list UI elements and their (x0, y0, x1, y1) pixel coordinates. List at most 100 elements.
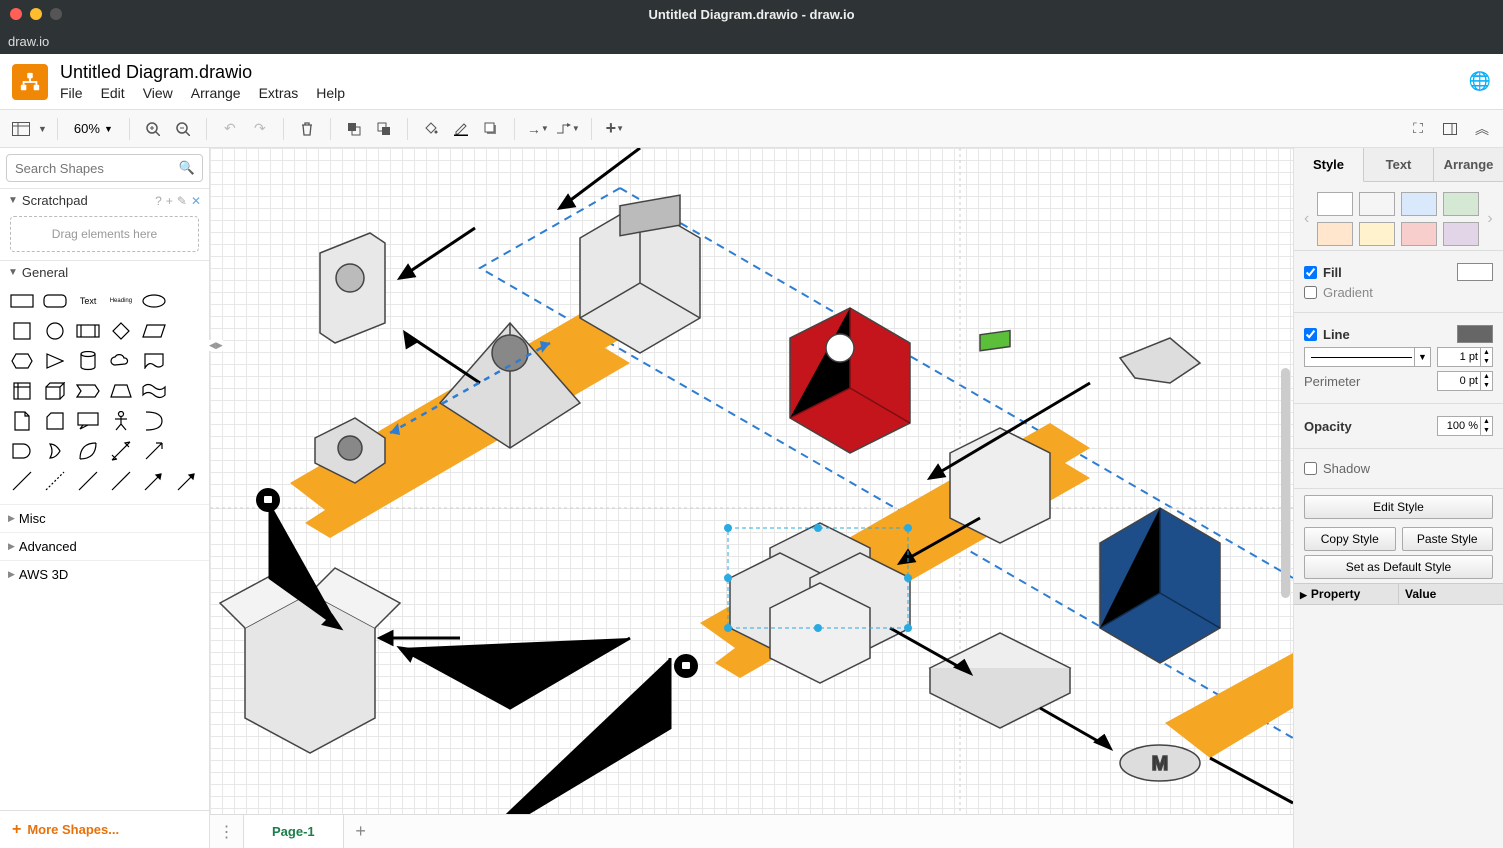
shape-text[interactable]: Text (72, 286, 105, 316)
undo-icon[interactable]: ↶ (217, 116, 243, 142)
collapse-icon[interactable]: ︽ (1469, 116, 1495, 142)
shape-blank4[interactable] (170, 376, 203, 406)
shadow-icon[interactable] (478, 116, 504, 142)
shape-cube[interactable] (39, 376, 72, 406)
tab-style[interactable]: Style (1294, 148, 1364, 182)
shape-bidir-arrow[interactable] (104, 436, 137, 466)
property-table-header[interactable]: ▶Property Value (1294, 583, 1503, 605)
menu-file[interactable]: File (60, 85, 83, 101)
scratchpad-add-icon[interactable]: + (166, 194, 173, 208)
add-page-icon[interactable]: + (344, 815, 378, 848)
category-aws3d[interactable]: ▶AWS 3D (0, 560, 209, 588)
redo-icon[interactable]: ↷ (247, 116, 273, 142)
fill-color-button[interactable] (1457, 263, 1493, 281)
zoom-out-icon[interactable] (170, 116, 196, 142)
swatch-next-icon[interactable]: › (1485, 210, 1494, 228)
line-checkbox[interactable] (1304, 328, 1317, 341)
shape-curve-right[interactable] (137, 406, 170, 436)
shape-square[interactable] (6, 316, 39, 346)
scratchpad-dropzone[interactable]: Drag elements here (10, 216, 199, 252)
shape-triangle[interactable] (39, 346, 72, 376)
waypoint-icon[interactable]: ▼ (555, 116, 581, 142)
connection-icon[interactable]: →▼ (525, 116, 551, 142)
shape-step[interactable] (72, 376, 105, 406)
sidebar-collapse-handle[interactable]: ◀▶ (209, 340, 223, 351)
shape-or[interactable] (39, 436, 72, 466)
swatch[interactable] (1443, 222, 1479, 246)
shape-parallelogram[interactable] (137, 316, 170, 346)
swatch-prev-icon[interactable]: ‹ (1302, 210, 1311, 228)
paste-style-button[interactable]: Paste Style (1402, 527, 1494, 551)
shape-tape[interactable] (137, 376, 170, 406)
minimize-window-icon[interactable] (30, 8, 42, 20)
edit-style-button[interactable]: Edit Style (1304, 495, 1493, 519)
shape-callout[interactable] (72, 406, 105, 436)
search-icon[interactable]: 🔍 (179, 160, 195, 176)
shape-heading[interactable]: Heading (104, 286, 137, 316)
perimeter-input[interactable]: 0 pt▲▼ (1437, 371, 1493, 391)
shape-circle[interactable] (39, 316, 72, 346)
more-shapes-button[interactable]: +More Shapes... (0, 810, 209, 848)
format-panel-icon[interactable] (1437, 116, 1463, 142)
to-back-icon[interactable] (371, 116, 397, 142)
shape-blank[interactable] (170, 286, 203, 316)
diagram-content[interactable]: M (210, 148, 1293, 848)
shape-line2[interactable] (72, 466, 105, 496)
page-tab[interactable]: Page-1 (244, 815, 344, 848)
line-color-icon[interactable] (448, 116, 474, 142)
sidebar-toggle-icon[interactable] (8, 116, 34, 142)
copy-style-button[interactable]: Copy Style (1304, 527, 1396, 551)
shape-cloud[interactable] (104, 346, 137, 376)
shape-document[interactable] (137, 346, 170, 376)
shape-ellipse[interactable] (137, 286, 170, 316)
tab-arrange[interactable]: Arrange (1434, 148, 1503, 182)
swatch[interactable] (1359, 192, 1395, 216)
menu-edit[interactable]: Edit (101, 85, 125, 101)
opacity-input[interactable]: 100 %▲▼ (1437, 416, 1493, 436)
gradient-checkbox[interactable] (1304, 286, 1317, 299)
close-window-icon[interactable] (10, 8, 22, 20)
shape-blank3[interactable] (170, 346, 203, 376)
swatch[interactable] (1359, 222, 1395, 246)
shape-blank2[interactable] (170, 316, 203, 346)
swatch[interactable] (1443, 192, 1479, 216)
shape-rounded-rect[interactable] (39, 286, 72, 316)
shape-hexagon[interactable] (6, 346, 39, 376)
zoom-in-icon[interactable] (140, 116, 166, 142)
scratchpad-close-icon[interactable]: ✕ (191, 194, 201, 208)
fill-checkbox[interactable] (1304, 266, 1317, 279)
fullscreen-window-icon[interactable] (50, 8, 62, 20)
swatch[interactable] (1401, 222, 1437, 246)
shape-cylinder[interactable] (72, 346, 105, 376)
shadow-checkbox[interactable] (1304, 462, 1317, 475)
shape-trapezoid[interactable] (104, 376, 137, 406)
shape-blank5[interactable] (170, 406, 203, 436)
shape-blank6[interactable] (170, 436, 203, 466)
mac-menubar[interactable]: draw.io (0, 28, 1503, 54)
general-header[interactable]: ▼General (0, 261, 209, 284)
delete-icon[interactable] (294, 116, 320, 142)
shape-line3[interactable] (104, 466, 137, 496)
category-advanced[interactable]: ▶Advanced (0, 532, 209, 560)
category-misc[interactable]: ▶Misc (0, 504, 209, 532)
shape-and[interactable] (6, 436, 39, 466)
shape-dashed-line[interactable] (39, 466, 72, 496)
vertical-scrollbar[interactable] (1281, 368, 1290, 598)
shape-actor[interactable] (104, 406, 137, 436)
shape-internal-storage[interactable] (6, 376, 39, 406)
menu-help[interactable]: Help (316, 85, 345, 101)
insert-icon[interactable]: +▼ (602, 116, 628, 142)
fullscreen-icon[interactable]: ⛶ (1405, 116, 1431, 142)
to-front-icon[interactable] (341, 116, 367, 142)
menu-view[interactable]: View (143, 85, 173, 101)
page-menu-icon[interactable]: ⋮ (210, 815, 244, 848)
swatch[interactable] (1317, 222, 1353, 246)
menu-extras[interactable]: Extras (259, 85, 299, 101)
tab-text[interactable]: Text (1364, 148, 1434, 182)
shape-card[interactable] (39, 406, 72, 436)
menu-arrange[interactable]: Arrange (191, 85, 241, 101)
shape-arrow-ne[interactable] (137, 436, 170, 466)
shape-note[interactable] (6, 406, 39, 436)
line-color-button[interactable] (1457, 325, 1493, 343)
shape-process[interactable] (72, 316, 105, 346)
